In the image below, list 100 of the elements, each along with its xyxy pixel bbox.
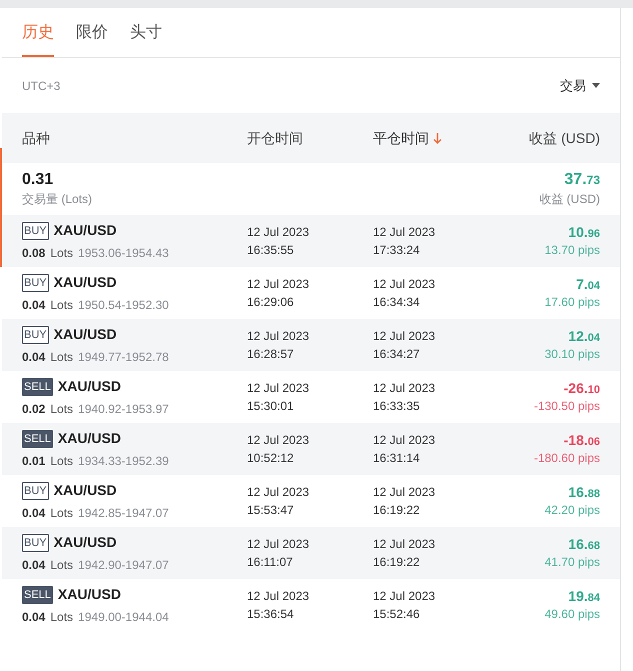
- date-label: 12 Jul 2023: [247, 536, 310, 553]
- lot-size: 0.04: [22, 297, 46, 314]
- pips-label: -130.50 pips: [534, 398, 600, 414]
- date-label: 12 Jul 2023: [373, 380, 436, 397]
- trade-profit: 12.04: [568, 328, 600, 346]
- time-label: 16:31:14: [373, 450, 421, 467]
- lots-label: Lots: [50, 349, 74, 366]
- date-label: 12 Jul 2023: [373, 328, 436, 345]
- side-badge: SELL: [22, 430, 53, 448]
- trade-profit: 16.68: [568, 536, 600, 554]
- price-range: 1953.06-1954.43: [78, 245, 169, 262]
- time-label: 16:28:57: [247, 346, 295, 363]
- lot-size: 0.04: [22, 349, 46, 366]
- column-header[interactable]: 平仓时间: [373, 128, 429, 148]
- time-label: 16:19:22: [373, 554, 421, 571]
- date-label: 12 Jul 2023: [247, 276, 310, 293]
- trade-profit: -26.10: [564, 380, 600, 398]
- date-label: 12 Jul 2023: [247, 432, 310, 449]
- price-range: 1940.92-1953.97: [78, 401, 169, 418]
- time-label: 16:29:06: [247, 294, 295, 311]
- side-badge: BUY: [22, 222, 49, 240]
- trade-row[interactable]: BUY XAU/USD 0.04 Lots 1949.77-1952.78 12 Jul 2023 16:28:57 12 Jul 2023 16:34:27 12.04 30.10 pips: [2, 319, 620, 371]
- side-badge: BUY: [22, 534, 49, 552]
- date-label: 12 Jul 2023: [373, 484, 436, 501]
- date-label: 12 Jul 2023: [373, 224, 436, 241]
- price-range: 1950.54-1952.30: [78, 297, 169, 314]
- column-header[interactable]: 开仓时间: [247, 128, 303, 148]
- lots-label: Lots: [50, 557, 74, 574]
- time-label: 17:33:24: [373, 242, 421, 259]
- side-badge: BUY: [22, 326, 49, 344]
- symbol-label: XAU/USD: [54, 221, 117, 240]
- date-label: 12 Jul 2023: [373, 536, 436, 553]
- trade-row[interactable]: BUY XAU/USD 0.04 Lots 1942.90-1947.07 12 Jul 2023 16:11:07 12 Jul 2023 16:19:22 16.68 41.70 pips: [2, 527, 620, 579]
- volume-label: 交易量 (Lots): [22, 191, 92, 208]
- side-badge: BUY: [22, 482, 49, 500]
- time-label: 15:53:47: [247, 502, 295, 519]
- lots-label: Lots: [50, 609, 74, 626]
- pips-label: -180.60 pips: [534, 450, 600, 466]
- sort-arrow-icon[interactable]: [433, 132, 442, 144]
- column-header[interactable]: 品种: [22, 128, 50, 148]
- date-label: 12 Jul 2023: [247, 380, 310, 397]
- price-range: 1949.00-1944.04: [78, 609, 169, 626]
- side-badge: BUY: [22, 274, 49, 292]
- time-label: 10:52:12: [247, 450, 295, 467]
- tab[interactable]: 头寸: [130, 8, 162, 57]
- lot-size: 0.04: [22, 505, 46, 522]
- price-range: 1949.77-1952.78: [78, 349, 169, 366]
- total-volume: 0.31: [22, 170, 54, 190]
- date-label: 12 Jul 2023: [247, 588, 310, 605]
- time-label: 15:52:46: [373, 606, 421, 623]
- trade-profit: 7.04: [576, 276, 600, 294]
- time-label: 16:34:34: [373, 294, 421, 311]
- lot-size: 0.08: [22, 245, 46, 262]
- time-label: 16:33:35: [373, 398, 421, 415]
- time-label: 16:19:22: [373, 502, 421, 519]
- caret-icon: [592, 83, 600, 88]
- side-badge: SELL: [22, 586, 53, 604]
- symbol-label: XAU/USD: [54, 481, 117, 500]
- date-label: 12 Jul 2023: [247, 484, 310, 501]
- total-profit: 37.73: [564, 170, 600, 190]
- pips-label: 42.20 pips: [544, 502, 600, 518]
- trade-profit: 19.84: [568, 588, 600, 606]
- column-header[interactable]: 收益 (USD): [529, 128, 600, 148]
- side-badge: SELL: [22, 378, 53, 396]
- lot-size: 0.01: [22, 453, 46, 470]
- date-label: 12 Jul 2023: [247, 224, 310, 241]
- time-label: 16:35:55: [247, 242, 295, 259]
- trade-row[interactable]: BUY XAU/USD 0.08 Lots 1953.06-1954.43 12 Jul 2023 16:35:55 12 Jul 2023 17:33:24 10.96 13.70 pips: [2, 215, 620, 267]
- timezone-label: UTC+3: [22, 78, 60, 94]
- price-range: 1942.90-1947.07: [78, 557, 169, 574]
- symbol-label: XAU/USD: [58, 585, 121, 604]
- lot-size: 0.02: [22, 401, 46, 418]
- trade-profit: 10.96: [568, 224, 600, 242]
- symbol-label: XAU/USD: [54, 325, 117, 344]
- lots-label: Lots: [50, 297, 74, 314]
- profit-label: 收益 (USD): [539, 191, 600, 208]
- pips-label: 49.60 pips: [544, 606, 600, 622]
- time-label: 16:11:07: [247, 554, 294, 571]
- date-label: 12 Jul 2023: [373, 588, 436, 605]
- lot-size: 0.04: [22, 609, 46, 626]
- lots-label: Lots: [50, 401, 74, 418]
- symbol-label: XAU/USD: [54, 533, 117, 552]
- time-label: 16:34:27: [373, 346, 421, 363]
- symbol-label: XAU/USD: [58, 429, 121, 448]
- date-label: 12 Jul 2023: [373, 432, 436, 449]
- date-label: 12 Jul 2023: [247, 328, 310, 345]
- filter-dropdown[interactable]: 交易: [560, 76, 600, 96]
- pips-label: 13.70 pips: [544, 242, 600, 258]
- time-label: 15:30:01: [247, 398, 295, 415]
- date-label: 12 Jul 2023: [373, 276, 436, 293]
- pips-label: 41.70 pips: [544, 554, 600, 570]
- trade-row[interactable]: SELL XAU/USD 0.01 Lots 1934.33-1952.39 12 Jul 2023 10:52:12 12 Jul 2023 16:31:14 -18.06 -180.60 pips: [2, 423, 620, 475]
- symbol-label: XAU/USD: [54, 273, 117, 292]
- lot-size: 0.04: [22, 557, 46, 574]
- lots-label: Lots: [50, 505, 74, 522]
- trade-profit: 16.88: [568, 484, 600, 502]
- price-range: 1934.33-1952.39: [78, 453, 169, 470]
- pips-label: 30.10 pips: [544, 346, 600, 362]
- tab[interactable]: 限价: [76, 8, 108, 57]
- trade-profit: -18.06: [564, 432, 600, 450]
